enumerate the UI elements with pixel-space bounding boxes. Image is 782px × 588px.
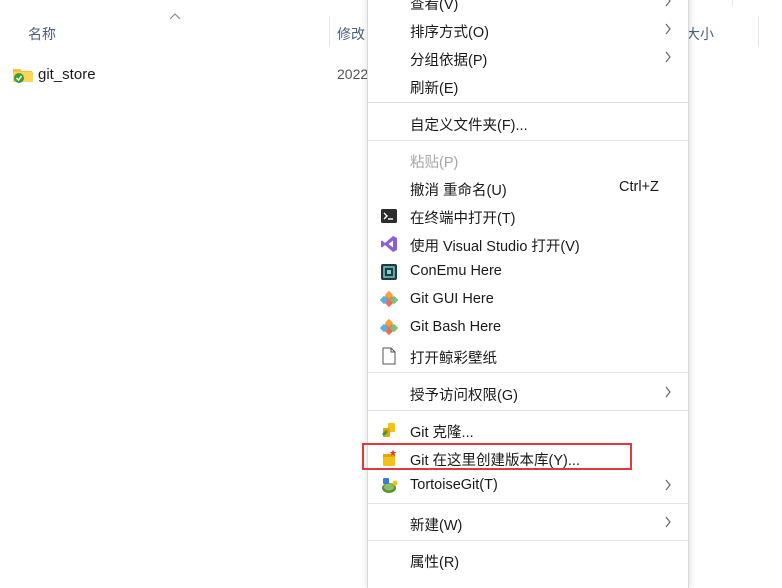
menu-item-label: 粘贴(P) — [410, 155, 459, 171]
menu-item-label: 排序方式(O) — [410, 25, 489, 41]
conemu-icon — [381, 264, 397, 280]
highlight-box — [362, 443, 632, 470]
menu-separator — [368, 372, 688, 373]
chevron-right-icon — [665, 516, 671, 528]
menu-item-label: 撤消 重命名(U) — [410, 183, 507, 199]
tortoisegit-icon — [382, 478, 398, 493]
terminal-icon — [381, 209, 397, 223]
context-menu: 查看(V) 排序方式(O) 分组依据(P) 刷新(E) 自定义文件夹(F)...… — [367, 0, 689, 588]
sort-ascending-icon — [169, 13, 181, 20]
menu-item-label: 授予访问权限(G) — [410, 388, 518, 404]
menu-item-label: Git 克隆... — [410, 425, 474, 441]
menu-item-properties[interactable]: 属性(R) — [368, 546, 688, 574]
menu-item-label: 新建(W) — [410, 518, 463, 534]
menu-item-label: 在终端中打开(T) — [410, 211, 516, 227]
menu-item-view[interactable]: 查看(V) — [368, 0, 688, 16]
menu-item-label: 分组依据(P) — [410, 53, 488, 69]
menu-item-label: Git GUI Here — [410, 291, 494, 307]
menu-item-label: Git Bash Here — [410, 319, 502, 335]
visual-studio-icon — [381, 236, 397, 252]
menu-item-undo-rename[interactable]: 撤消 重命名(U) Ctrl+Z — [368, 174, 688, 202]
menu-item-new[interactable]: 新建(W) — [368, 509, 688, 537]
git-icon — [380, 291, 398, 308]
git-clone-icon — [382, 423, 395, 437]
menu-separator — [368, 410, 688, 411]
menu-item-tortoisegit[interactable]: TortoiseGit(T) — [368, 472, 688, 500]
menu-item-label: 打开鲸彩壁纸 — [410, 351, 497, 367]
menu-separator — [368, 140, 688, 141]
column-divider[interactable] — [758, 16, 759, 46]
menu-separator — [368, 503, 688, 504]
chevron-right-icon — [665, 51, 671, 63]
menu-item-label: 使用 Visual Studio 打开(V) — [410, 239, 580, 255]
menu-item-git-clone[interactable]: Git 克隆... — [368, 416, 688, 444]
menu-item-paste: 粘贴(P) — [368, 146, 688, 174]
chevron-right-icon — [665, 23, 671, 35]
menu-item-label: ConEmu Here — [410, 263, 502, 279]
menu-item-label: 自定义文件夹(F)... — [410, 118, 528, 134]
menu-item-open-wallpaper[interactable]: 打开鲸彩壁纸 — [368, 342, 688, 370]
git-icon — [380, 319, 398, 336]
chevron-right-icon — [665, 386, 671, 398]
file-row[interactable]: git_store 2022 — [12, 64, 372, 86]
file-date: 2022 — [337, 66, 368, 82]
menu-separator — [368, 540, 688, 541]
menu-item-customize-folder[interactable]: 自定义文件夹(F)... — [368, 109, 688, 137]
column-modified-header[interactable]: 修改日期 — [337, 24, 368, 44]
menu-item-git-bash[interactable]: Git Bash Here — [368, 314, 688, 342]
menu-item-open-terminal[interactable]: 在终端中打开(T) — [368, 202, 688, 230]
column-name-header[interactable]: 名称 — [28, 24, 56, 44]
chevron-right-icon — [665, 479, 671, 491]
menu-separator — [368, 102, 688, 103]
menu-item-label: 刷新(E) — [410, 81, 459, 97]
column-divider[interactable] — [329, 16, 330, 46]
column-size-header[interactable]: 大小 — [686, 24, 714, 44]
file-name: git_store — [38, 66, 96, 83]
menu-item-label: 属性(R) — [410, 555, 460, 571]
menu-item-grant-access[interactable]: 授予访问权限(G) — [368, 379, 688, 407]
menu-item-conemu[interactable]: ConEmu Here — [368, 258, 688, 286]
menu-item-group-by[interactable]: 分组依据(P) — [368, 44, 688, 72]
menu-item-git-gui[interactable]: Git GUI Here — [368, 286, 688, 314]
menu-item-open-visual-studio[interactable]: 使用 Visual Studio 打开(V) — [368, 230, 688, 258]
menu-item-shortcut: Ctrl+Z — [619, 179, 659, 195]
document-icon — [382, 347, 396, 365]
menu-item-label: TortoiseGit(T) — [410, 477, 498, 493]
menu-item-refresh[interactable]: 刷新(E) — [368, 72, 688, 100]
menu-item-label: 查看(V) — [410, 0, 459, 13]
chevron-right-icon — [665, 0, 671, 7]
column-header-fragment — [732, 0, 782, 6]
folder-git-icon — [13, 69, 33, 83]
menu-item-sort-by[interactable]: 排序方式(O) — [368, 16, 688, 44]
